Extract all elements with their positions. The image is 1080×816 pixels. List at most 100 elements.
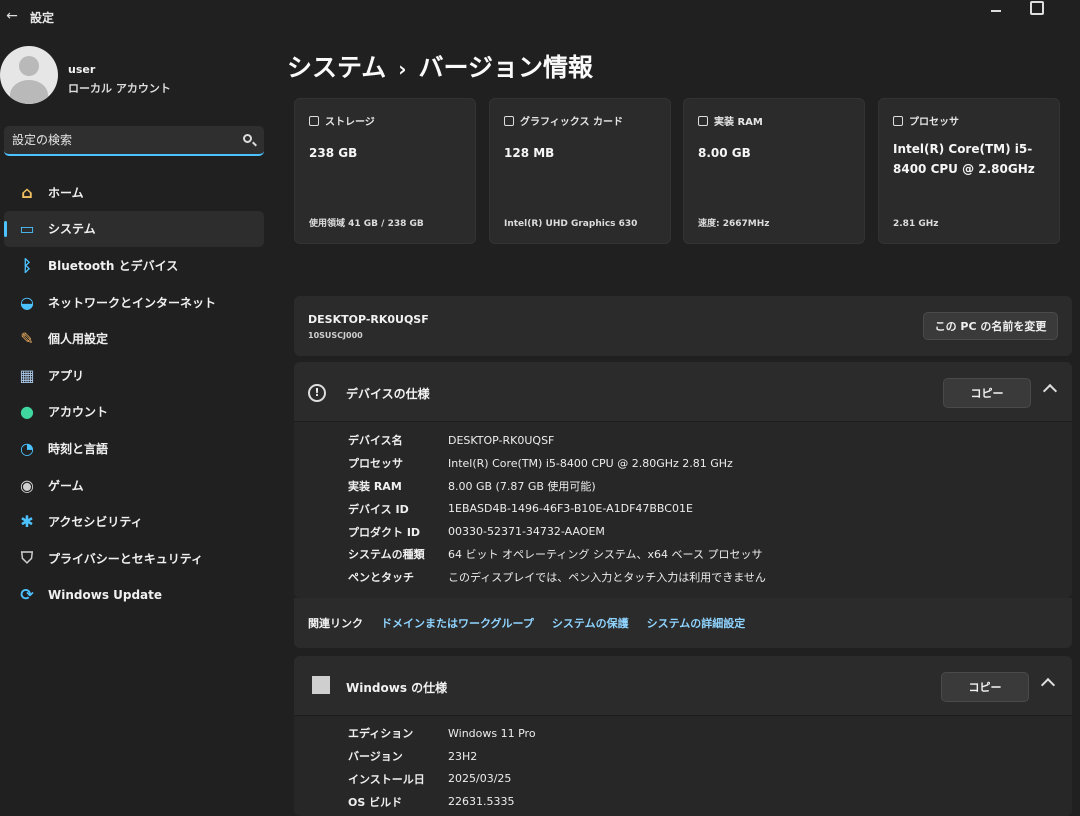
app-title: 設定 — [30, 11, 55, 25]
breadcrumb-system[interactable]: システム — [287, 53, 386, 82]
gpu-icon — [504, 115, 514, 126]
spec-key: ペンとタッチ — [348, 571, 414, 585]
copy-windows-specs-button[interactable]: コピー — [941, 672, 1029, 702]
sidebar-item-8[interactable]: ◉ ゲーム — [4, 467, 264, 504]
ram-card[interactable]: 実装 RAM 8.00 GB 速度: 2667MHz — [683, 98, 865, 244]
windows-specs-title: Windows の仕様 — [346, 681, 448, 695]
title-bar: ← 設定 — [0, 0, 1080, 34]
sidebar-item-6[interactable]: ● アカウント — [4, 394, 264, 431]
windows-specs-section: Windows の仕様 コピー エディション Windows 11 Pro バージョ… — [294, 656, 1072, 816]
sidebar-item-1[interactable]: ▭ システム — [4, 210, 264, 248]
storage-icon — [309, 115, 319, 126]
device-specs-title: デバイスの仕様 — [346, 387, 430, 401]
sidebar-item-5[interactable]: ▦ アプリ — [4, 357, 264, 394]
spec-value: 8.00 GB (7.87 GB 使用可能) — [448, 479, 596, 493]
windows-specs-header[interactable]: Windows の仕様 コピー — [294, 656, 1072, 716]
search-input[interactable] — [10, 130, 230, 150]
sidebar-nav: ⌂ ホーム ▭ システム ᛒ Bluetooth とデバイス ◒ ネットワークとインターネット… — [0, 174, 272, 613]
spec-key: 実装 RAM — [348, 479, 402, 493]
spec-value: 2025/03/25 — [448, 772, 512, 786]
link-system-protection[interactable]: システムの保護 — [552, 615, 629, 631]
spec-row: プロセッサ Intel(R) Core(TM) i5-8400 CPU @ 2.8… — [348, 452, 766, 475]
sidebar-item-4[interactable]: ✎ 個人用設定 — [4, 320, 264, 357]
display-icon: ▭ — [19, 219, 35, 239]
sidebar-item-7[interactable]: ◔ 時刻と言語 — [4, 430, 264, 467]
maximize-button[interactable] — [1030, 1, 1044, 15]
card-label: プロセッサ — [909, 117, 959, 128]
accessibility-icon: ✱ — [20, 512, 34, 532]
pc-name: DESKTOP-RK0UQSF — [308, 313, 429, 326]
card-value: Intel(R) Core(TM) i5-8400 CPU @ 2.80GHz — [893, 142, 1035, 176]
search-box[interactable] — [4, 126, 264, 156]
spec-key: エディション — [348, 727, 414, 741]
sidebar-item-label: Windows Update — [48, 587, 163, 602]
spec-row: デバイス ID 1EBASD4B-1496-46F3-B10E-A1DF47BBC… — [348, 497, 766, 520]
sidebar-item-3[interactable]: ◒ ネットワークとインターネット — [4, 284, 264, 321]
sidebar-item-label: ネットワークとインターネット — [48, 295, 217, 310]
card-value: 8.00 GB — [698, 146, 751, 160]
shield-icon: ⛉ — [20, 548, 33, 568]
chevron-up-icon[interactable] — [1042, 383, 1058, 399]
card-label: グラフィックス カード — [520, 117, 623, 128]
copy-device-specs-button[interactable]: コピー — [943, 378, 1031, 408]
card-label: 実装 RAM — [714, 117, 763, 128]
spec-key: プロダクト ID — [348, 525, 421, 539]
processor-card[interactable]: プロセッサ Intel(R) Core(TM) i5-8400 CPU @ 2.… — [878, 98, 1060, 244]
spec-value: 22631.5335 — [448, 795, 515, 809]
globe-clock-icon: ◔ — [20, 438, 34, 458]
home-icon: ⌂ — [21, 182, 33, 202]
rename-pc-button[interactable]: この PC の名前を変更 — [923, 312, 1058, 340]
card-sub: 使用領域 41 GB / 238 GB — [309, 219, 424, 229]
wifi-icon: ◒ — [20, 292, 34, 312]
spec-key: プロセッサ — [348, 457, 403, 471]
sidebar-item-10[interactable]: ⛉ プライバシーとセキュリティ — [4, 540, 264, 577]
spec-row: インストール日 2025/03/25 — [348, 768, 536, 791]
sidebar-item-0[interactable]: ⌂ ホーム — [4, 174, 264, 211]
pc-name-row: DESKTOP-RK0UQSF 10SUSCJ000 この PC の名前を変更 — [294, 296, 1072, 356]
gamepad-icon: ◉ — [20, 475, 34, 495]
spec-value: 1EBASD4B-1496-46F3-B10E-A1DF47BBC01E — [448, 502, 693, 516]
spec-key: OS ビルド — [348, 795, 403, 809]
avatar-body-icon — [10, 80, 48, 104]
spec-value: DESKTOP-RK0UQSF — [448, 433, 555, 447]
sidebar: user ローカル アカウント ⌂ ホーム ▭ システム ᛒ Bluetooth とデバイ… — [0, 34, 272, 811]
graphics-card[interactable]: グラフィックス カード 128 MB Intel(R) UHD Graphics… — [489, 98, 671, 244]
related-links: 関連リンク ドメインまたはワークグループ システムの保護 システムの詳細設定 — [294, 598, 1072, 648]
sidebar-item-label: プライバシーとセキュリティ — [48, 551, 204, 566]
spec-row: プロダクト ID 00330-52371-34732-AAOEM — [348, 520, 766, 543]
spec-key: デバイス ID — [348, 502, 409, 516]
avatar-head-icon — [19, 56, 39, 76]
card-value: 238 GB — [309, 146, 358, 160]
sidebar-item-label: システム — [48, 222, 96, 237]
user-account-type: ローカル アカウント — [68, 82, 171, 95]
sidebar-item-2[interactable]: ᛒ Bluetooth とデバイス — [4, 247, 264, 284]
storage-card[interactable]: ストレージ 238 GB 使用領域 41 GB / 238 GB — [294, 98, 476, 244]
back-button[interactable]: ← — [2, 6, 22, 26]
card-value: 128 MB — [504, 146, 555, 160]
sidebar-item-label: 個人用設定 — [48, 332, 109, 347]
sidebar-item-11[interactable]: ⟳ Windows Update — [4, 577, 264, 614]
spec-value: 00330-52371-34732-AAOEM — [448, 525, 605, 539]
search-icon[interactable] — [243, 134, 252, 143]
link-advanced-system-settings[interactable]: システムの詳細設定 — [647, 615, 746, 631]
avatar[interactable] — [0, 46, 58, 104]
sidebar-item-label: ゲーム — [48, 478, 84, 493]
card-sub: 速度: 2667MHz — [698, 219, 770, 229]
spec-row: OS ビルド 22631.5335 — [348, 790, 536, 813]
device-specs-header[interactable]: ! デバイスの仕様 コピー — [294, 362, 1072, 422]
link-domain-workgroup[interactable]: ドメインまたはワークグループ — [381, 615, 534, 631]
windows-specs-list: エディション Windows 11 Pro バージョン 23H2 インストール日 2025… — [348, 722, 536, 813]
related-links-label: 関連リンク — [308, 617, 363, 630]
spec-value: Intel(R) Core(TM) i5-8400 CPU @ 2.80GHz … — [448, 456, 733, 470]
apps-icon: ▦ — [19, 365, 35, 385]
card-sub: 2.81 GHz — [893, 219, 939, 229]
spec-value: 64 ビット オペレーティング システム、x64 ベース プロセッサ — [448, 548, 763, 562]
sidebar-item-9[interactable]: ✱ アクセシビリティ — [4, 503, 264, 540]
chevron-up-icon[interactable] — [1040, 677, 1056, 693]
breadcrumb-current: バージョン情報 — [418, 53, 594, 82]
sidebar-item-label: 時刻と言語 — [48, 441, 109, 456]
info-icon: ! — [308, 384, 326, 402]
minimize-button[interactable] — [985, 2, 1007, 18]
user-name: user — [68, 63, 96, 76]
sidebar-item-label: ホーム — [48, 185, 84, 200]
